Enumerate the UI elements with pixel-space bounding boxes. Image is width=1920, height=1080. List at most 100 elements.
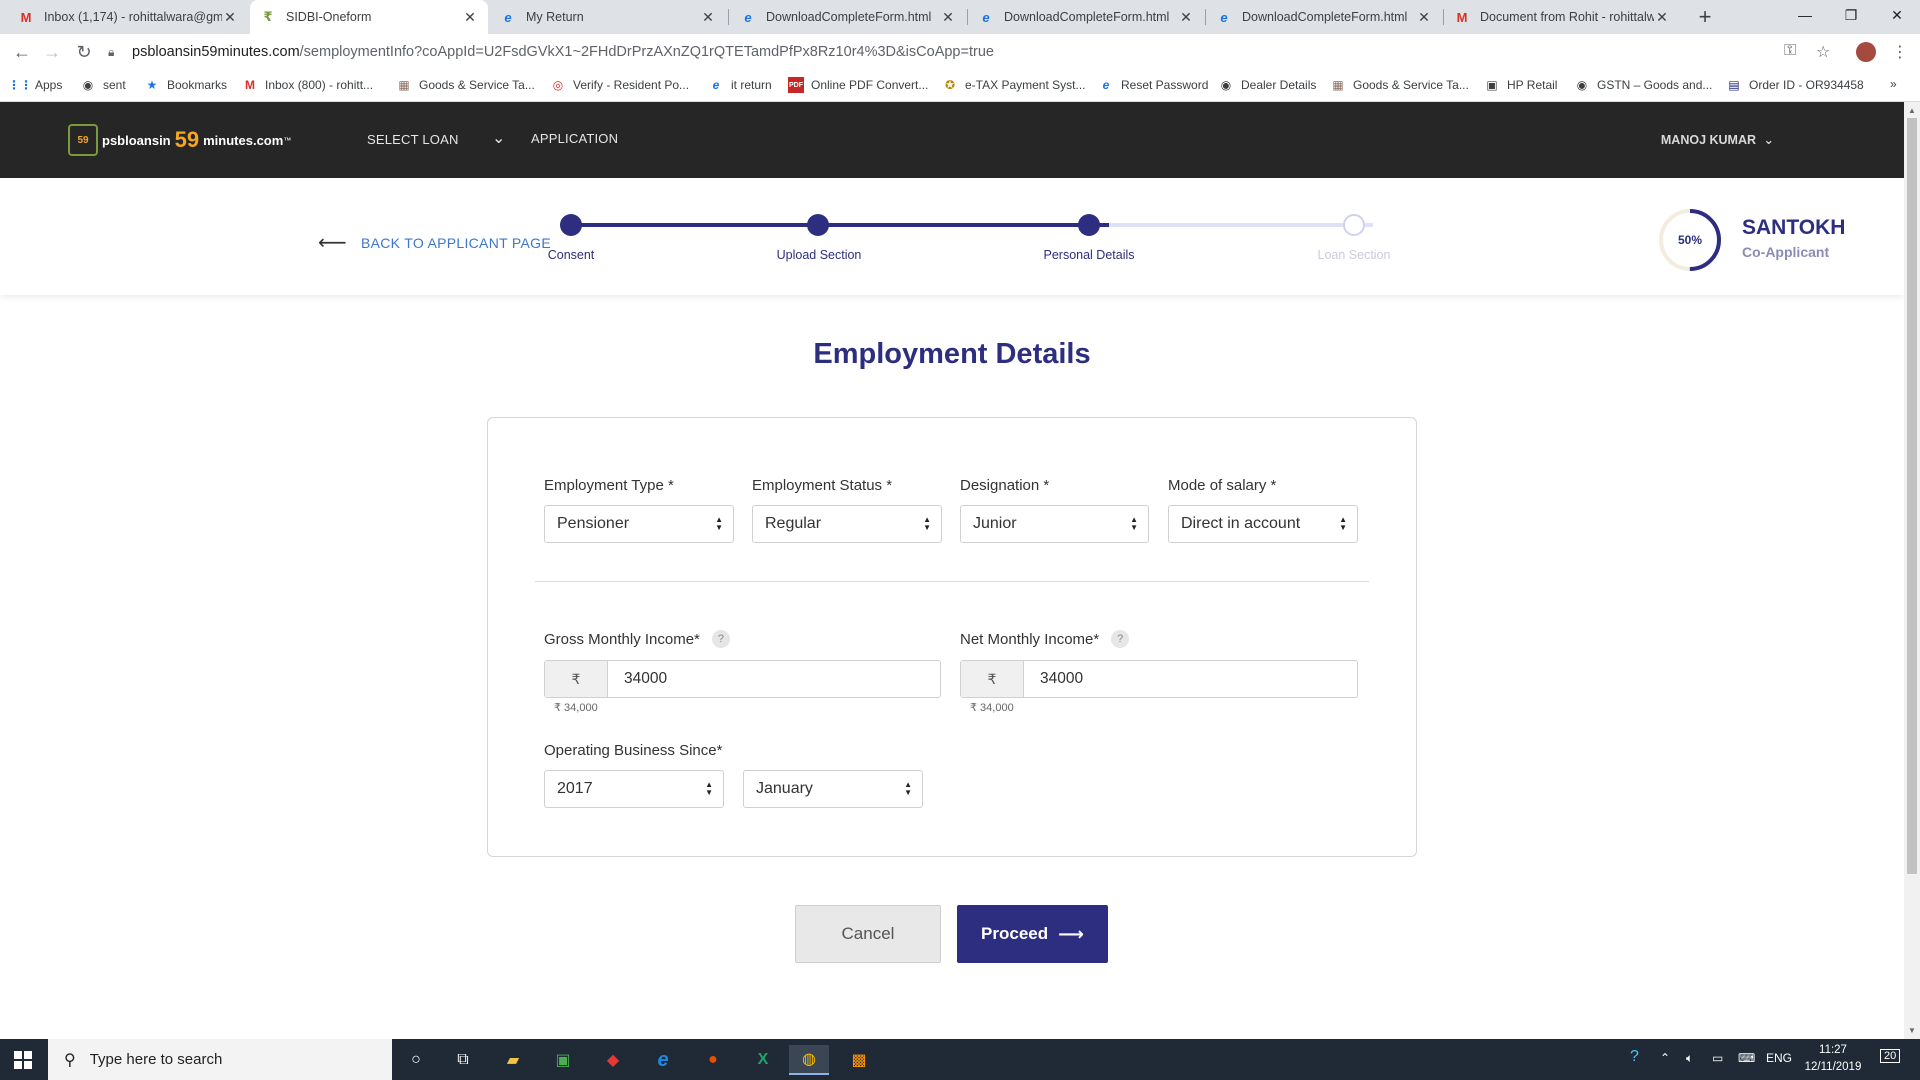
close-tab-icon[interactable]: ✕ xyxy=(1654,9,1670,26)
browser-tab-download-form-3[interactable]: e DownloadCompleteForm.html ✕ xyxy=(1206,0,1442,34)
file-explorer-icon[interactable]: ▰ xyxy=(493,1045,533,1075)
employment-type-select[interactable]: Pensioner ▲ ▼ xyxy=(544,505,734,543)
forward-arrow-icon[interactable]: → xyxy=(40,40,64,64)
bookmark-verify-resident[interactable]: ◎ Verify - Resident Po... xyxy=(550,77,689,93)
tray-expand-icon[interactable]: ⌃ xyxy=(1660,1051,1670,1065)
close-tab-icon[interactable]: ✕ xyxy=(1416,9,1432,26)
scrollbar-thumb[interactable] xyxy=(1907,118,1917,874)
scroll-down-icon[interactable]: ▼ xyxy=(1904,1024,1920,1038)
new-tab-button[interactable]: + xyxy=(1692,4,1718,30)
browser-tab-gmail-inbox[interactable]: M Inbox (1,174) - rohittalwara@gm ✕ xyxy=(8,0,248,34)
bookmark-order-id[interactable]: ▤ Order ID - OR934458 xyxy=(1726,77,1863,93)
employment-status-select[interactable]: Regular ▲ ▼ xyxy=(752,505,942,543)
back-arrow-icon[interactable]: ← xyxy=(10,40,34,64)
operating-since-year-select[interactable]: 2017 ▲ ▼ xyxy=(544,770,724,808)
browser-tab-download-form-2[interactable]: e DownloadCompleteForm.html ✕ xyxy=(968,0,1204,34)
rupee-icon: ₹ xyxy=(545,661,608,697)
image-icon: ▣ xyxy=(1486,78,1498,92)
minimize-icon[interactable]: — xyxy=(1782,0,1828,30)
gross-income-label: Gross Monthly Income* ? xyxy=(544,630,730,648)
bookmark-sent[interactable]: ◉ sent xyxy=(80,77,126,93)
bookmark-it-return[interactable]: e it return xyxy=(708,77,772,93)
emblem-icon: ✪ xyxy=(944,78,956,92)
rupee-icon: ₹ xyxy=(961,661,1024,697)
close-tab-icon[interactable]: ✕ xyxy=(940,9,956,26)
browser-tab-document-from-rohit[interactable]: M Document from Rohit - rohittalw ✕ xyxy=(1444,0,1680,34)
nav-application[interactable]: APPLICATION xyxy=(531,131,618,146)
windows-start-button[interactable] xyxy=(0,1039,46,1080)
bookmark-gstn[interactable]: ◉ GSTN – Goods and... xyxy=(1574,77,1713,93)
chevron-down-icon[interactable]: ⌄ xyxy=(492,128,506,148)
close-tab-icon[interactable]: ✕ xyxy=(1178,9,1194,26)
step-dot-loan[interactable] xyxy=(1343,214,1365,236)
address-bar[interactable]: 🔒︎ psbloansin59minutes.com/semploymentIn… xyxy=(108,37,1780,67)
bookmark-dealer-details[interactable]: ◉ Dealer Details xyxy=(1218,77,1317,93)
help-icon[interactable]: ? xyxy=(1111,630,1130,648)
step-dot-personal[interactable] xyxy=(1078,214,1100,236)
network-icon[interactable]: ▭ xyxy=(1712,1051,1723,1065)
nav-select-loan[interactable]: SELECT LOAN xyxy=(367,132,459,147)
bookmark-gst-2[interactable]: ▦ Goods & Service Ta... xyxy=(1330,77,1469,93)
task-view-icon[interactable]: ⧉ xyxy=(443,1045,483,1075)
anydesk-icon[interactable]: ◆ xyxy=(593,1045,633,1075)
keyboard-icon[interactable]: ⌨ xyxy=(1738,1051,1755,1065)
close-tab-icon[interactable]: ✕ xyxy=(700,9,716,26)
aadhaar-icon: ◎ xyxy=(552,78,564,92)
menu-dots-icon[interactable]: ⋮ xyxy=(1892,42,1908,62)
lock-icon: 🔒︎ xyxy=(108,45,115,59)
designation-select[interactable]: Junior ▲ ▼ xyxy=(960,505,1149,543)
browser-tab-download-form-1[interactable]: e DownloadCompleteForm.html ✕ xyxy=(730,0,966,34)
bookmark-inbox[interactable]: M Inbox (800) - rohitt... xyxy=(242,77,373,93)
restore-icon[interactable]: ❐ xyxy=(1828,0,1874,30)
bookmarks-bar: ⋮⋮ Apps ◉ sent ★ Bookmarks M Inbox (800) - r… xyxy=(0,70,1920,102)
profile-avatar[interactable] xyxy=(1856,42,1876,62)
browser-toolbar: ← → ↻ 🔒︎ psbloansin59minutes.com/semploy… xyxy=(0,34,1920,70)
star-icon[interactable]: ☆ xyxy=(1816,42,1830,62)
bookmarks-more-icon[interactable]: » xyxy=(1890,77,1897,91)
step-dot-consent[interactable] xyxy=(560,214,582,236)
tally-icon[interactable]: ▩ xyxy=(839,1045,879,1075)
notifications-icon[interactable]: 20 xyxy=(1880,1049,1901,1063)
browser-tab-sidbi-oneform[interactable]: ₹ SIDBI-Oneform ✕ xyxy=(250,0,488,34)
excel-icon[interactable]: X xyxy=(743,1045,783,1075)
gross-income-formatted: ₹ 34,000 xyxy=(554,702,598,714)
step-dot-upload[interactable] xyxy=(807,214,829,236)
bookmark-reset-password[interactable]: e Reset Password xyxy=(1098,77,1209,93)
bookmark-etax[interactable]: ✪ e-TAX Payment Syst... xyxy=(942,77,1086,93)
mode-of-salary-select[interactable]: Direct in account ▲ ▼ xyxy=(1168,505,1358,543)
vivaldi-icon[interactable]: ● xyxy=(693,1045,733,1075)
volume-icon[interactable]: 🔈︎ xyxy=(1686,1051,1693,1066)
user-menu[interactable]: MANOJ KUMAR ⌄ xyxy=(1661,132,1774,147)
site-icon: ₹ xyxy=(263,9,273,24)
bookmark-gst-1[interactable]: ▦ Goods & Service Ta... xyxy=(396,77,535,93)
bookmark-hp-retail[interactable]: ▣ HP Retail xyxy=(1484,77,1557,93)
help-icon[interactable]: ? xyxy=(711,630,730,648)
close-window-icon[interactable]: ✕ xyxy=(1874,0,1920,30)
taskbar-clock[interactable]: 11:27 12/11/2019 xyxy=(1796,1042,1870,1076)
site-logo[interactable]: 59 psbloansin 59 minutes.com ™ xyxy=(68,124,291,156)
proceed-button[interactable]: Proceed ⟶ xyxy=(957,905,1108,963)
bookmark-pdf-convert[interactable]: PDF Online PDF Convert... xyxy=(788,77,928,93)
gross-income-input[interactable]: ₹ 34000 xyxy=(544,660,941,698)
key-icon[interactable]: ⚿ xyxy=(1784,42,1796,60)
language-indicator[interactable]: ENG xyxy=(1766,1051,1792,1065)
cortana-icon[interactable]: ○ xyxy=(396,1045,436,1075)
taskbar-search-input[interactable]: ⚲ Type here to search xyxy=(48,1039,392,1080)
ie-icon: e xyxy=(504,9,512,25)
chrome-icon[interactable]: ◍ xyxy=(789,1045,829,1075)
edge-icon[interactable]: e xyxy=(643,1045,683,1075)
back-to-applicant-link[interactable]: ⟵ BACK TO APPLICANT PAGE xyxy=(318,230,551,255)
employment-status-label: Employment Status * xyxy=(752,477,893,494)
gst-app-icon[interactable]: ▣ xyxy=(543,1045,583,1075)
reload-icon[interactable]: ↻ xyxy=(72,40,96,64)
bookmark-bookmarks[interactable]: ★ Bookmarks xyxy=(144,77,227,93)
close-tab-icon[interactable]: ✕ xyxy=(222,9,238,26)
scroll-up-icon[interactable]: ▲ xyxy=(1904,104,1920,118)
help-tray-icon[interactable]: ? xyxy=(1630,1048,1639,1066)
browser-tab-my-return[interactable]: e My Return ✕ xyxy=(490,0,726,34)
bookmark-apps[interactable]: ⋮⋮ Apps xyxy=(8,77,62,93)
net-income-input[interactable]: ₹ 34000 xyxy=(960,660,1358,698)
operating-since-month-select[interactable]: January ▲ ▼ xyxy=(743,770,923,808)
cancel-button[interactable]: Cancel xyxy=(795,905,941,963)
close-tab-icon[interactable]: ✕ xyxy=(462,9,478,26)
